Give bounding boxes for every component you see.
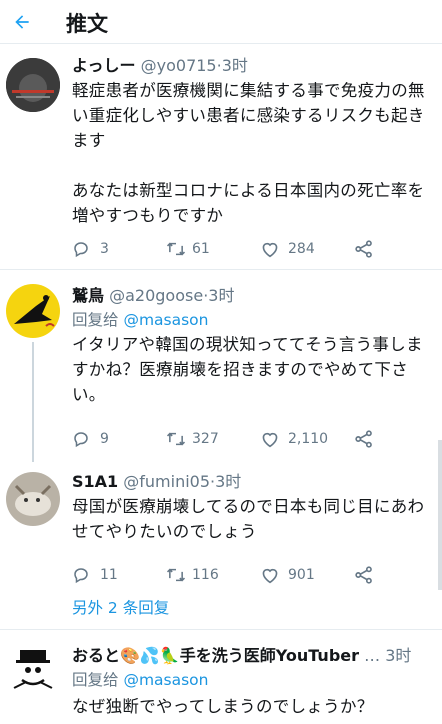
tweet-1[interactable]: よっしー @yo0715·3时 軽症患者が医療機関に集結する事で免疫力の無い重症… [0, 44, 442, 270]
like-button[interactable]: 901 [260, 564, 340, 588]
reply-prefix: 回复给 [72, 311, 124, 329]
tweet-header: 鷲鳥 @a20goose·3时 [72, 286, 234, 306]
timestamp[interactable]: 3时 [208, 286, 234, 305]
retweet-count: 327 [192, 431, 219, 447]
user-handle[interactable]: … [364, 646, 380, 665]
action-bar: 9 327 2,110 [72, 428, 432, 452]
action-bar: 3 61 284 [72, 238, 432, 262]
arrow-left-icon [15, 15, 29, 29]
action-bar: 11 116 901 [72, 564, 432, 588]
tweet-header: S1A1 @fumini05·3时 [72, 472, 241, 492]
reply-icon [74, 432, 88, 448]
share-button[interactable] [354, 428, 378, 452]
user-name[interactable]: よっしー [72, 56, 136, 75]
share-button[interactable] [354, 238, 378, 262]
tweet-text: なぜ独断でやってしまうのでしょうか？ [72, 697, 374, 716]
timestamp[interactable]: 3时 [385, 646, 411, 665]
user-handle[interactable]: @a20goose [109, 286, 203, 305]
retweet-count: 116 [192, 567, 219, 583]
avatar[interactable] [6, 284, 60, 338]
tweet-3[interactable]: S1A1 @fumini05·3时 母国が医療崩壊してるので日本も同じ目にあわせ… [0, 460, 442, 630]
tweet-2[interactable]: 鷲鳥 @a20goose·3时 回复给 @masason イタリアや韓国の現状知… [0, 270, 442, 462]
reply-to-link[interactable]: @masason [123, 311, 208, 329]
reply-icon [74, 568, 88, 584]
retweet-button[interactable]: 61 [166, 238, 236, 262]
reply-count: 11 [100, 567, 118, 583]
avatar[interactable] [6, 472, 60, 526]
top-bar: 推文 [0, 0, 442, 44]
reply-button[interactable]: 3 [72, 238, 132, 262]
share-icon [355, 430, 372, 448]
like-button[interactable]: 284 [260, 238, 340, 262]
thread-line [32, 342, 34, 462]
show-more-replies-link[interactable]: 另外 2 条回复 [72, 596, 169, 618]
tweet-header: おると🎨💦🦜手を洗う医師YouTuber … 3时 [72, 646, 411, 666]
retweet-icon [166, 432, 186, 446]
reply-count: 3 [100, 241, 109, 257]
retweet-icon [166, 568, 186, 582]
replying-to: 回复给 @masason [72, 670, 209, 690]
reply-icon [74, 242, 88, 258]
retweet-icon [166, 242, 186, 256]
tweet-text: イタリアや韓国の現状知っててそう言う事しますかね？医療崩壊を招きますのでやめて下… [72, 335, 423, 404]
timestamp[interactable]: 3时 [222, 56, 248, 75]
tweet-text: 母国が医療崩壊してるので日本も同じ目にあわせてやりたいのでしょう [72, 497, 425, 541]
avatar[interactable] [6, 642, 60, 696]
heart-icon [262, 242, 278, 258]
page-title: 推文 [66, 12, 108, 36]
like-count: 2,110 [288, 431, 329, 447]
retweet-button[interactable]: 327 [166, 428, 236, 452]
heart-icon [262, 432, 278, 448]
retweet-count: 61 [192, 241, 210, 257]
avatar[interactable] [6, 58, 60, 112]
reply-count: 9 [100, 431, 109, 447]
user-name[interactable]: 鷲鳥 [72, 286, 104, 305]
tweet-header: よっしー @yo0715·3时 [72, 56, 248, 76]
replying-to: 回复给 @masason [72, 310, 209, 330]
heart-icon [262, 568, 278, 584]
reply-button[interactable]: 9 [72, 428, 132, 452]
retweet-button[interactable]: 116 [166, 564, 236, 588]
like-button[interactable]: 2,110 [260, 428, 340, 452]
user-name[interactable]: おると🎨💦🦜手を洗う医師YouTuber [72, 646, 359, 665]
tweet-4[interactable]: おると🎨💦🦜手を洗う医師YouTuber … 3时 回复给 @masason な… [0, 630, 442, 724]
timestamp[interactable]: 3时 [215, 472, 241, 491]
user-handle[interactable]: @yo0715 [141, 56, 217, 75]
share-button[interactable] [354, 564, 378, 588]
user-name[interactable]: S1A1 [72, 472, 118, 491]
user-handle[interactable]: @fumini05 [123, 472, 210, 491]
back-button[interactable] [4, 4, 40, 40]
reply-prefix: 回复给 [72, 671, 124, 689]
share-icon [355, 566, 372, 584]
tweet-text: 軽症患者が医療機関に集結する事で免疫力の無い重症化しやすい患者に感染するリスクも… [72, 81, 425, 225]
reply-to-link[interactable]: @masason [123, 671, 208, 689]
like-count: 901 [288, 567, 315, 583]
like-count: 284 [288, 241, 315, 257]
scrollbar[interactable] [438, 440, 442, 590]
reply-button[interactable]: 11 [72, 564, 132, 588]
share-icon [355, 240, 372, 258]
